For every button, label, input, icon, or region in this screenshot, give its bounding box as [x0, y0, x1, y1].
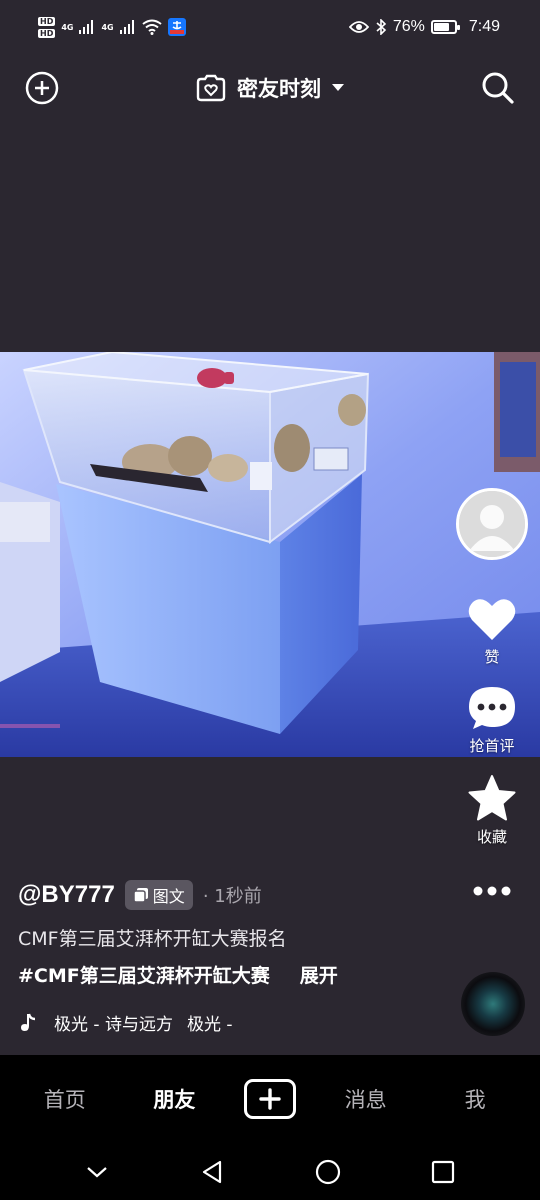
hashtag-row: #CMF第三届艾湃杯开缸大赛 展开: [18, 961, 448, 988]
like-label: 赞: [484, 648, 500, 666]
bottom-nav: 首页 朋友 消息 我: [0, 1055, 540, 1143]
wifi-icon: [142, 19, 162, 35]
default-avatar-icon: [459, 491, 525, 557]
back-triangle-icon[interactable]: [199, 1159, 225, 1185]
status-left: HD HD 4G 4G: [38, 16, 186, 38]
battery-fill: [433, 23, 449, 31]
star-icon: [468, 775, 516, 821]
heart-icon: [468, 599, 516, 640]
favorite-action[interactable]: 收藏: [467, 774, 517, 847]
search-icon: [482, 72, 514, 104]
caret-down-icon: [332, 84, 344, 91]
alipay-notification-icon: [167, 18, 186, 36]
system-nav-bar: [0, 1143, 540, 1200]
top-app-bar: 密友时刻: [0, 60, 540, 116]
nav-home[interactable]: 首页: [25, 1084, 105, 1114]
comment-label: 抢首评: [469, 737, 515, 755]
more-action[interactable]: [472, 885, 512, 897]
image-post-icon: [133, 888, 148, 903]
home-circle-icon[interactable]: [315, 1159, 341, 1185]
music-row[interactable]: 极光 - 诗与远方 极光 -: [18, 1010, 448, 1035]
hd-badge-1: HD: [38, 16, 56, 26]
post-type-badge: 图文: [124, 880, 193, 910]
clock: 7:49: [468, 18, 500, 35]
author-avatar[interactable]: [456, 488, 528, 560]
post-type-label: 图文: [152, 887, 185, 906]
hashtag-link[interactable]: #CMF第三届艾湃杯开缸大赛: [18, 961, 270, 988]
bluetooth-icon: [376, 19, 386, 35]
battery-percent: 76%: [392, 18, 425, 35]
signal-icon-2: [119, 20, 134, 34]
chevron-down-icon[interactable]: [85, 1165, 109, 1179]
network-type-1: 4G: [61, 22, 74, 32]
nav-messages[interactable]: 消息: [326, 1084, 406, 1114]
action-rail: 赞 抢首评 收藏: [454, 488, 530, 897]
music-disc[interactable]: [461, 972, 525, 1036]
nav-friends[interactable]: 朋友: [134, 1084, 214, 1114]
hd-badges: HD HD: [38, 16, 56, 38]
recents-square-icon[interactable]: [431, 1160, 455, 1184]
hd-badge-2: HD: [38, 28, 56, 38]
create-button[interactable]: [243, 1079, 296, 1119]
favorite-label: 收藏: [476, 828, 507, 846]
nav-me[interactable]: 我: [435, 1084, 515, 1114]
network-type-2: 4G: [101, 22, 114, 32]
expand-button[interactable]: 展开: [300, 961, 338, 988]
search-button[interactable]: [480, 70, 516, 106]
post-caption: @BY777 图文 · 1秒前 CMF第三届艾湃杯开缸大赛报名 #CMF第三届艾…: [18, 880, 448, 1035]
eye-icon: [348, 21, 369, 33]
comment-bubble-icon: [469, 687, 515, 729]
page-title: 密友时刻: [237, 77, 321, 101]
post-description: CMF第三届艾湃杯开缸大赛报名: [18, 928, 287, 950]
battery-icon: [430, 20, 460, 34]
plus-icon: [259, 1088, 281, 1110]
plus-circle-icon: [25, 71, 59, 105]
add-friend-button[interactable]: [24, 70, 60, 106]
more-dots-icon: [473, 886, 511, 896]
author-row: @BY777 图文 · 1秒前: [18, 880, 448, 910]
post-time: · 1秒前: [202, 886, 262, 907]
status-bar: HD HD 4G 4G 76% 7:49: [0, 0, 540, 54]
music-title-scroll: 极光 -: [186, 1015, 233, 1035]
music-title: 极光 - 诗与远方: [54, 1015, 173, 1035]
moments-title-dropdown[interactable]: 密友时刻: [195, 73, 345, 103]
signal-icon-1: [79, 20, 94, 34]
status-right: 76% 7:49: [348, 18, 500, 36]
author-name[interactable]: @BY777: [18, 881, 115, 909]
comment-action[interactable]: 抢首评: [467, 685, 517, 756]
camera-heart-icon: [196, 74, 226, 102]
like-action[interactable]: 赞: [467, 596, 517, 667]
tiktok-note-icon: [21, 1013, 36, 1031]
